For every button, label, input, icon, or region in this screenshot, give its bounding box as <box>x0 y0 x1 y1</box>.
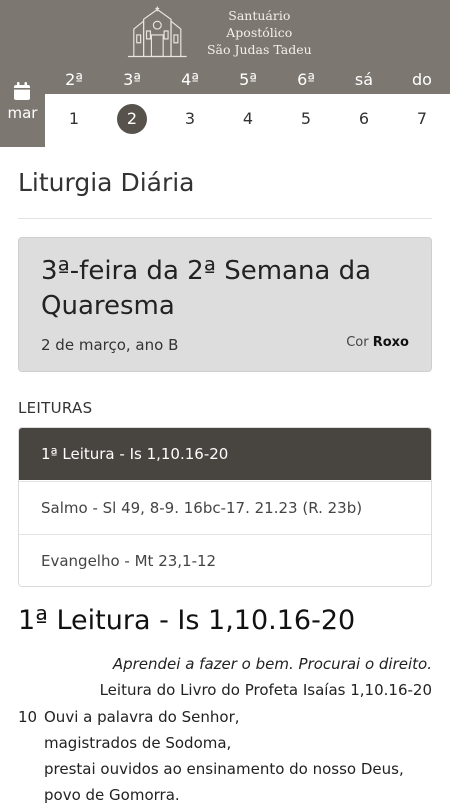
week-calendar: mar 2ª 3ª 4ª 5ª 6ª sá do 1 2 3 4 5 6 7 <box>0 66 450 147</box>
color-label: Cor <box>346 335 369 350</box>
weekday-tue: 3ª <box>123 70 141 89</box>
title-divider <box>18 218 432 219</box>
day-row: 1 2 3 4 5 6 7 <box>45 94 450 147</box>
weekday-thu: 5ª <box>239 70 257 89</box>
liturgical-date: 2 de março, ano B <box>41 336 179 354</box>
reading-item-psalm[interactable]: Salmo - Sl 49, 8-9. 16bc-17. 21.23 (R. 2… <box>19 481 431 533</box>
verse-line: Ouvi a palavra do Senhor, <box>44 708 240 726</box>
reading-item-first[interactable]: 1ª Leitura - Is 1,10.16-20 <box>19 428 431 480</box>
day-5[interactable]: 5 <box>277 104 335 134</box>
weekday-wed: 4ª <box>181 70 199 89</box>
day-7[interactable]: 7 <box>393 104 450 134</box>
liturgical-day-card: 3ª-feira da 2ª Semana da Quaresma 2 de m… <box>18 237 432 372</box>
month-selector[interactable]: mar <box>0 66 45 147</box>
readings-section-label: LEITURAS <box>18 399 93 417</box>
reading-item-gospel[interactable]: Evangelho - Mt 23,1-12 <box>19 534 431 586</box>
color-value: Roxo <box>372 335 409 350</box>
weekday-fri: 6ª <box>297 70 315 89</box>
church-facade-icon <box>127 6 187 58</box>
weekday-sat: sá <box>354 70 374 89</box>
weekday-sun: do <box>412 70 432 89</box>
page-title: Liturgia Diária <box>18 168 195 197</box>
logo-line-2: São Judas Tadeu <box>206 41 312 57</box>
liturgical-color: Cor Roxo <box>346 335 409 350</box>
weekday-mon: 2ª <box>65 70 83 89</box>
weekday-header: 2ª 3ª 4ª 5ª 6ª sá do <box>45 66 450 94</box>
readings-list: 1ª Leitura - Is 1,10.16-20 Salmo - Sl 49… <box>18 427 432 587</box>
reading-book-reference: Leitura do Livro do Profeta Isaías 1,10.… <box>99 681 432 699</box>
verse-number: 10 <box>18 708 38 726</box>
day-3[interactable]: 3 <box>161 104 219 134</box>
day-2-selected[interactable]: 2 <box>103 104 161 134</box>
liturgical-day-title: 3ª-feira da 2ª Semana da Quaresma <box>41 256 372 321</box>
verse-line: prestai ouvidos ao ensinamento do nosso … <box>44 760 404 778</box>
reading-antiphon: Aprendei a fazer o bem. Procurai o direi… <box>112 655 432 673</box>
month-label: mar <box>7 104 38 122</box>
sanctuary-logo[interactable]: Santuário Apostólico São Judas Tadeu <box>124 4 324 60</box>
day-4[interactable]: 4 <box>219 104 277 134</box>
header-bar: Santuário Apostólico São Judas Tadeu <box>0 0 450 66</box>
selected-day-marker: 2 <box>117 104 147 134</box>
verse-line: magistrados de Sodoma, <box>44 734 232 752</box>
day-6[interactable]: 6 <box>335 104 393 134</box>
day-1[interactable]: 1 <box>45 104 103 134</box>
calendar-icon <box>14 82 30 100</box>
verse-line: povo de Gomorra. <box>44 786 180 804</box>
reading-heading: 1ª Leitura - Is 1,10.16-20 <box>18 605 356 636</box>
logo-line-1: Santuário Apostólico <box>226 7 293 40</box>
